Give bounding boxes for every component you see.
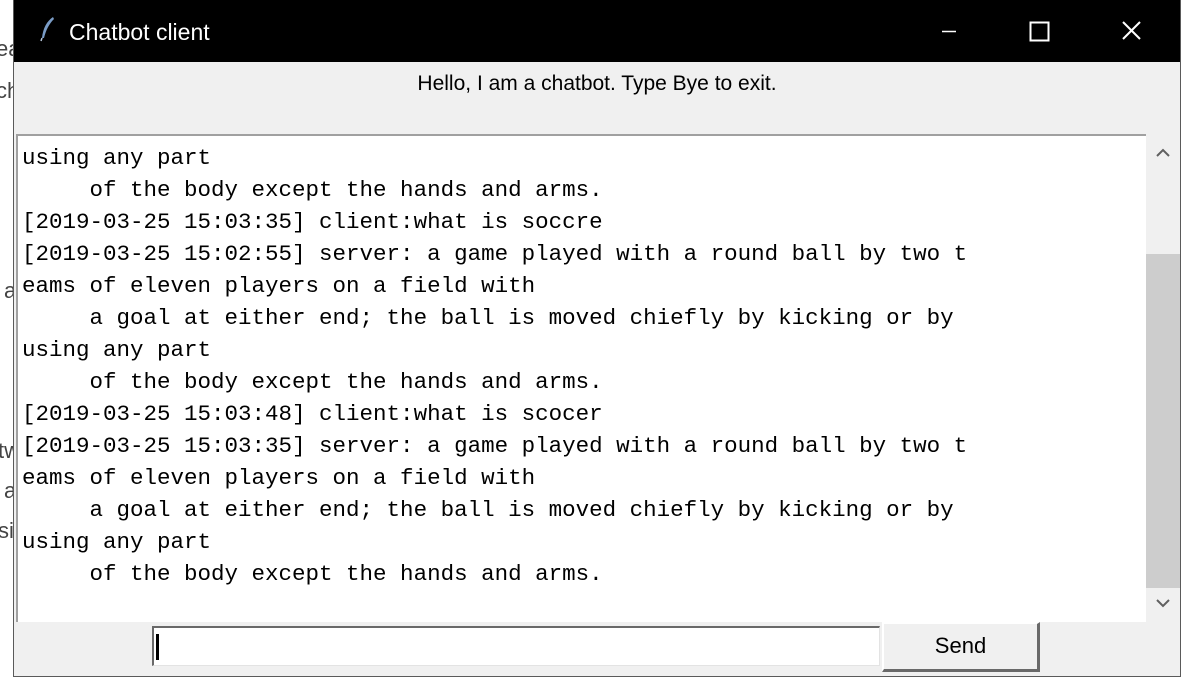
close-icon [1122, 21, 1141, 40]
chevron-up-icon [1156, 148, 1170, 157]
minimize-button[interactable] [902, 0, 994, 62]
chat-line: of the body except the hands and arms. [22, 369, 603, 395]
chat-line: using any part [22, 145, 212, 171]
chat-scrollbar[interactable] [1146, 134, 1180, 622]
minimize-icon [942, 30, 956, 33]
window-title: Chatbot client [69, 19, 210, 45]
chat-line: a goal at either end; the ball is moved … [22, 305, 954, 331]
maximize-icon [1029, 21, 1050, 42]
maximize-button[interactable] [994, 0, 1086, 62]
scroll-up-button[interactable] [1146, 134, 1180, 172]
title-bar[interactable]: Chatbot client [14, 0, 1180, 62]
chevron-down-icon [1156, 599, 1170, 608]
background-text-fragment: si [0, 518, 14, 543]
close-button[interactable] [1086, 0, 1178, 62]
chat-line: eams of eleven players on a field with [22, 465, 536, 491]
message-input-field[interactable] [154, 628, 879, 665]
scroll-down-button[interactable] [1146, 584, 1180, 622]
chat-line: of the body except the hands and arms. [22, 561, 603, 587]
chat-line: [2019-03-25 15:02:55] server: a game pla… [22, 241, 968, 267]
chat-line: of the body except the hands and arms. [22, 177, 603, 203]
chat-log[interactable]: using any part of the body except the ha… [16, 134, 1146, 622]
scroll-thumb[interactable] [1146, 254, 1180, 588]
chat-lines: using any part of the body except the ha… [22, 142, 967, 590]
chat-line: [2019-03-25 15:03:35] client:what is soc… [22, 209, 603, 235]
chat-line: [2019-03-25 15:03:48] client:what is sco… [22, 401, 603, 427]
message-input[interactable] [152, 626, 880, 666]
chat-line: using any part [22, 529, 212, 555]
chatbot-window: Chatbot client Hello, I am a chatbot. Ty… [14, 0, 1180, 676]
chat-line: eams of eleven players on a field with [22, 273, 536, 299]
text-cursor [156, 634, 159, 660]
send-button[interactable]: Send [882, 622, 1040, 672]
chat-line: [2019-03-25 15:03:35] server: a game pla… [22, 433, 968, 459]
feather-icon [38, 16, 58, 42]
greeting-label: Hello, I am a chatbot. Type Bye to exit. [417, 72, 777, 95]
chat-line: using any part [22, 337, 212, 363]
chat-line: a goal at either end; the ball is moved … [22, 497, 954, 523]
